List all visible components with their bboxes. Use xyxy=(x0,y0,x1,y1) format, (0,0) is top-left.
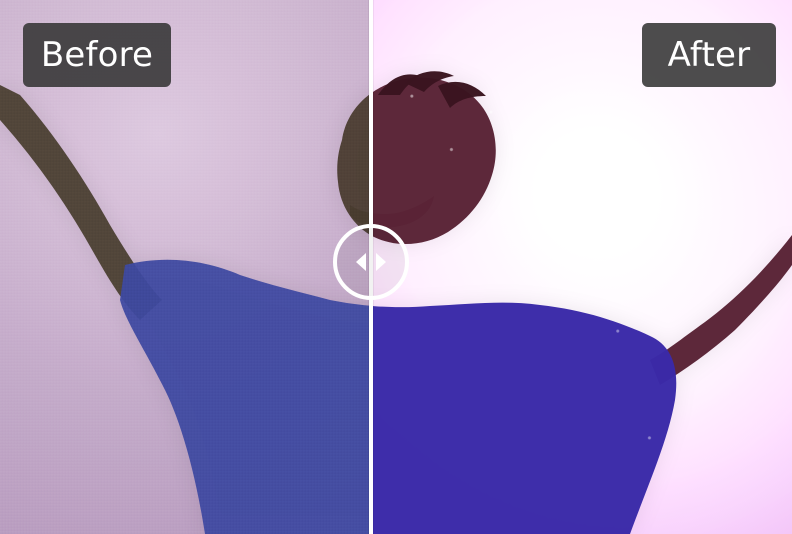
split-handle-icon xyxy=(356,253,386,271)
before-after-comparison[interactable]: Before After xyxy=(0,0,792,534)
after-label-text: After xyxy=(667,35,751,75)
before-label-text: Before xyxy=(40,35,154,75)
chevron-left-icon xyxy=(356,253,366,271)
chevron-right-icon xyxy=(376,253,386,271)
after-label: After xyxy=(642,23,776,87)
before-label: Before xyxy=(23,23,171,87)
split-handle[interactable] xyxy=(333,224,409,300)
